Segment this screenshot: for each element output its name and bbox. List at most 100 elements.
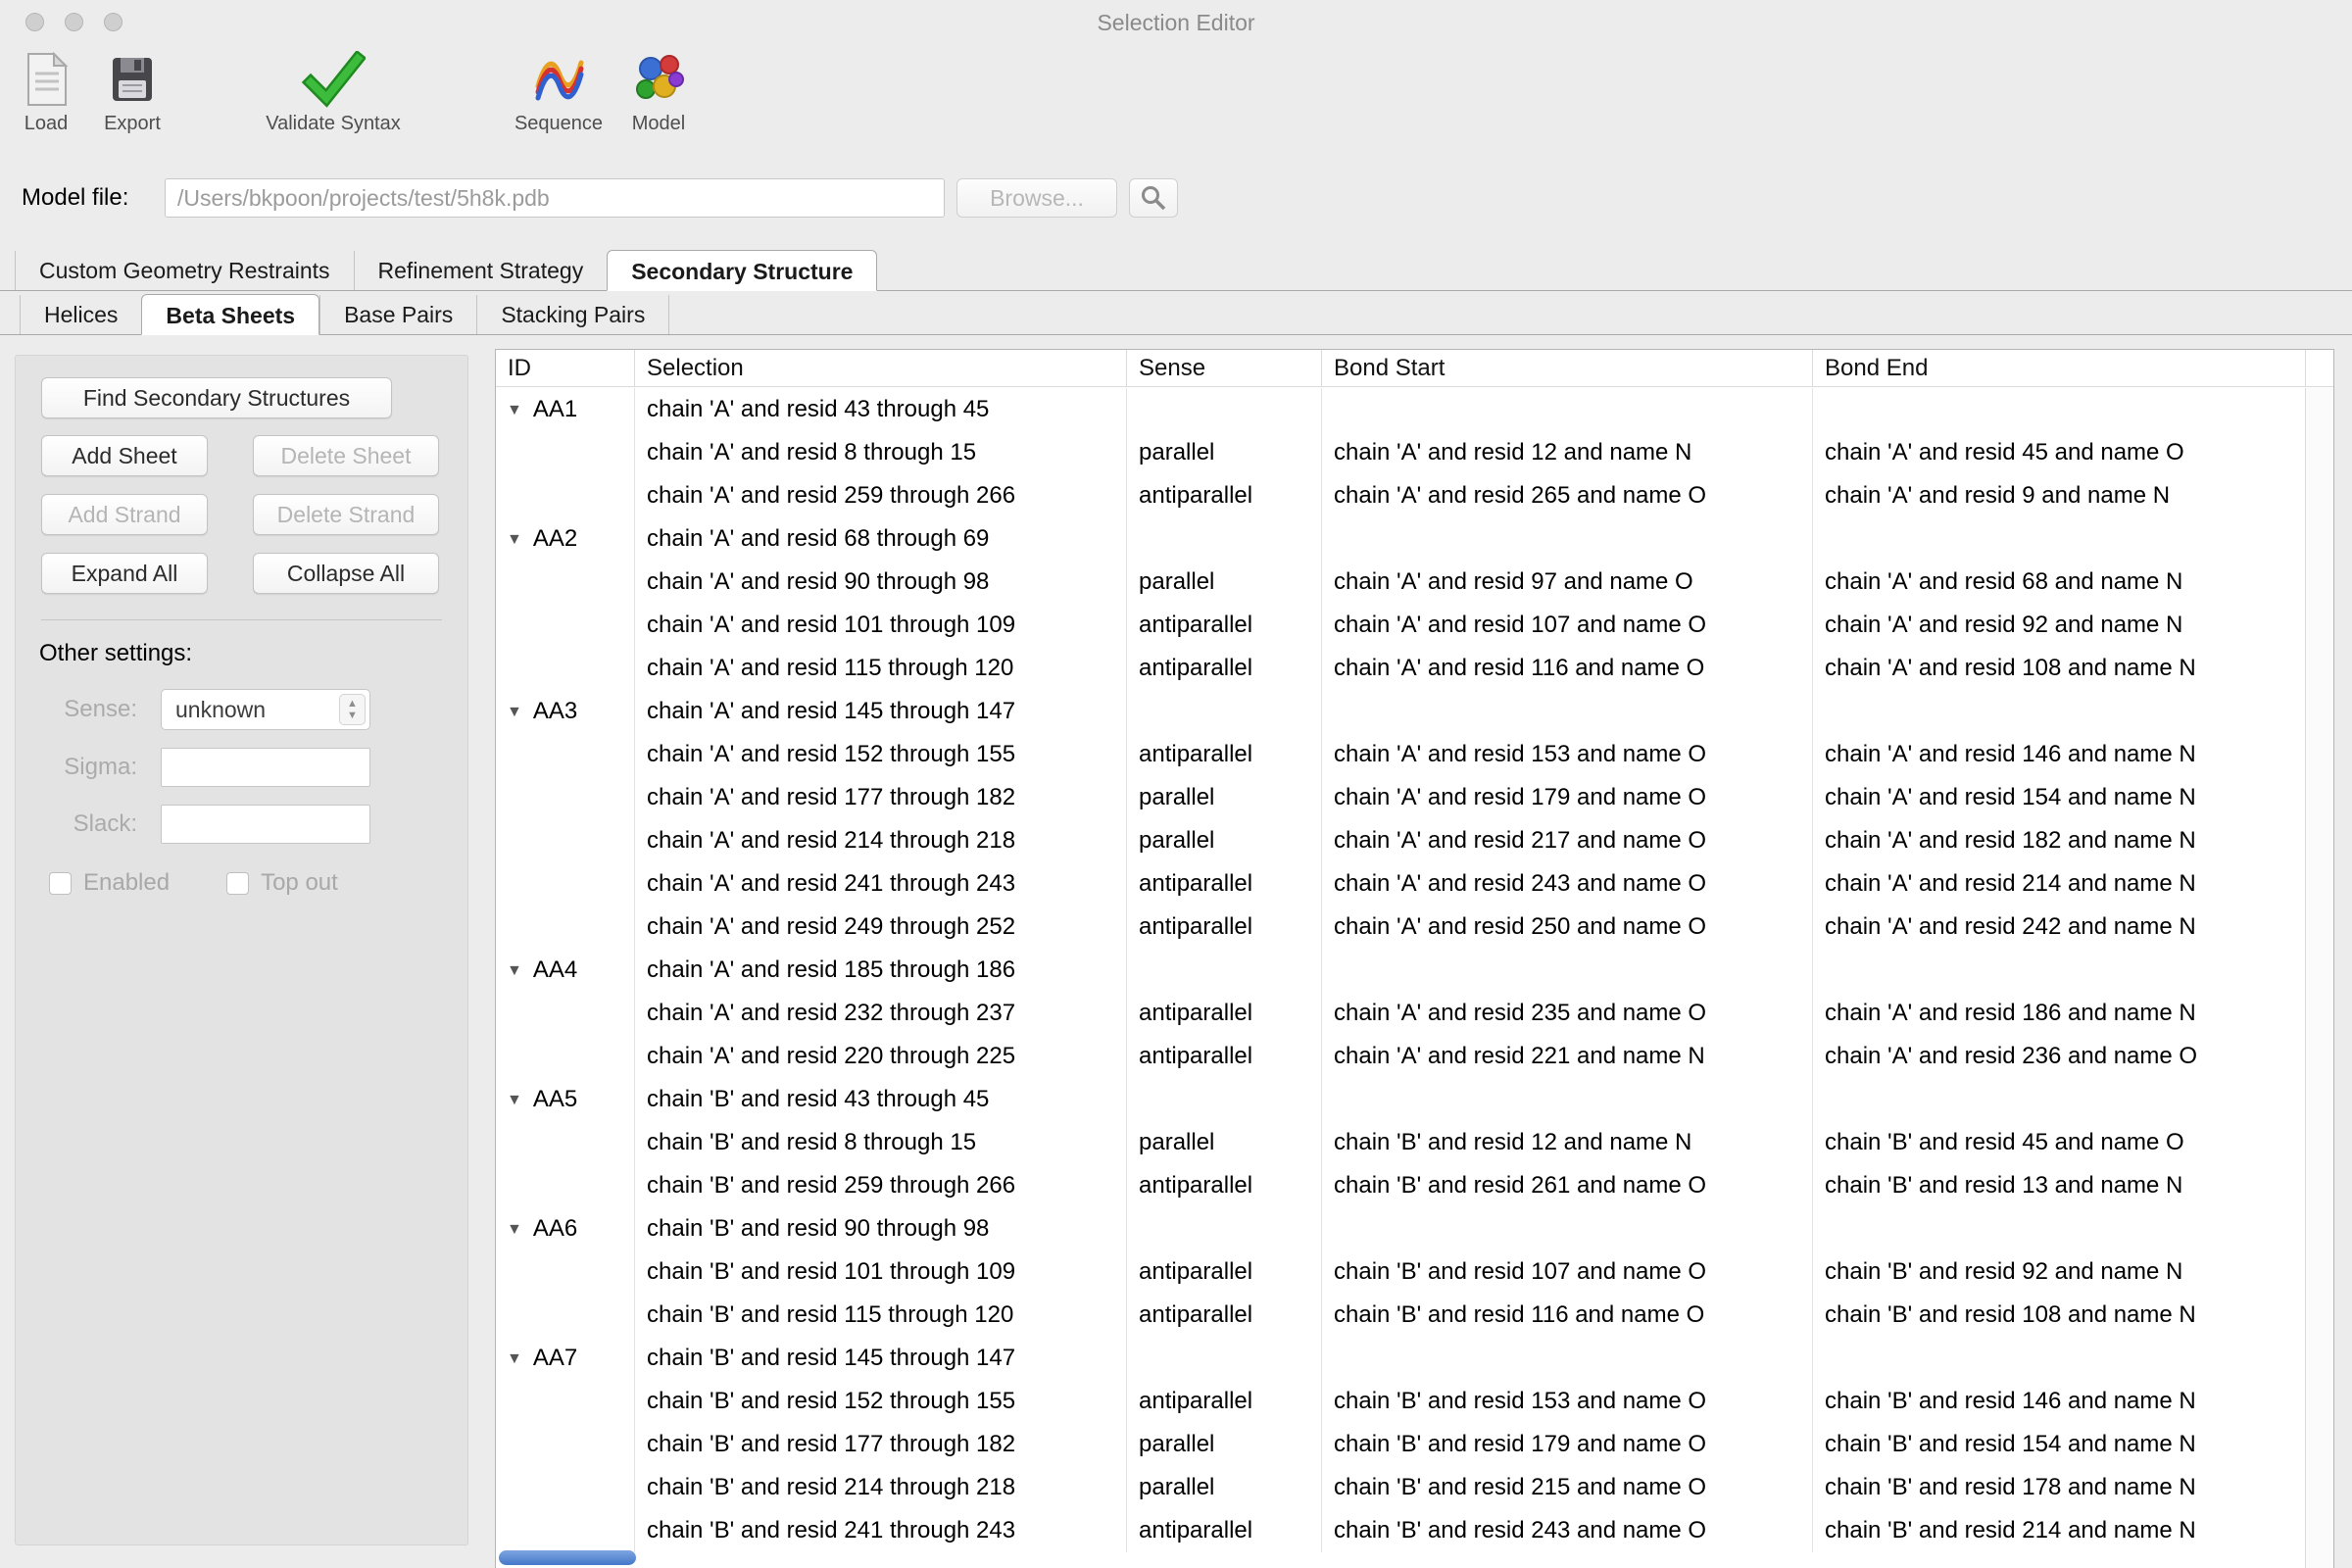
collapse-all-button[interactable]: Collapse All xyxy=(253,553,439,594)
disclosure-triangle-icon[interactable]: ▼ xyxy=(507,1208,522,1250)
minimize-button[interactable] xyxy=(65,13,83,31)
selection-cell: chain 'B' and resid 241 through 243 xyxy=(635,1509,1127,1552)
strand-row[interactable]: chain 'B' and resid 177 through 182paral… xyxy=(496,1423,2306,1466)
close-button[interactable] xyxy=(25,13,44,31)
search-button[interactable] xyxy=(1129,178,1178,218)
table-header: ID Selection Sense Bond Start Bond End xyxy=(496,350,2333,387)
expand-all-button[interactable]: Expand All xyxy=(41,553,208,594)
bond-start-cell: chain 'A' and resid 265 and name O xyxy=(1322,474,1813,517)
strand-row[interactable]: chain 'A' and resid 177 through 182paral… xyxy=(496,776,2306,819)
sheet-group-row[interactable]: ▼AA6chain 'B' and resid 90 through 98 xyxy=(496,1207,2306,1250)
window-title: Selection Editor xyxy=(0,0,2352,45)
add-sheet-button[interactable]: Add Sheet xyxy=(41,435,208,476)
strand-row[interactable]: chain 'A' and resid 249 through 252antip… xyxy=(496,906,2306,949)
sheet-group-row[interactable]: ▼AA3chain 'A' and resid 145 through 147 xyxy=(496,690,2306,733)
sheet-group-row[interactable]: ▼AA7chain 'B' and resid 145 through 147 xyxy=(496,1337,2306,1380)
tab-secondary-structure[interactable]: Secondary Structure xyxy=(607,250,877,291)
sheet-group-row[interactable]: ▼AA1chain 'A' and resid 43 through 45 xyxy=(496,388,2306,431)
validate-syntax-label: Validate Syntax xyxy=(245,113,421,135)
checkmark-icon xyxy=(245,49,421,110)
strand-row[interactable]: chain 'A' and resid 101 through 109antip… xyxy=(496,604,2306,647)
delete-strand-button[interactable]: Delete Strand xyxy=(253,494,439,535)
export-button[interactable]: Export xyxy=(90,49,174,135)
bond-end-cell: chain 'A' and resid 154 and name N xyxy=(1813,776,2306,819)
row-id-cell: ▼AA6 xyxy=(496,1207,635,1250)
tab-refinement-strategy[interactable]: Refinement Strategy xyxy=(354,251,608,290)
strand-row[interactable]: chain 'B' and resid 152 through 155antip… xyxy=(496,1380,2306,1423)
disclosure-triangle-icon[interactable]: ▼ xyxy=(507,1338,522,1380)
column-header-id[interactable]: ID xyxy=(496,350,635,386)
tab-helices[interactable]: Helices xyxy=(20,295,141,334)
stepper-icon[interactable]: ▲▼ xyxy=(339,694,366,725)
selection-cell: chain 'B' and resid 8 through 15 xyxy=(635,1121,1127,1164)
row-id-cell xyxy=(496,1466,635,1509)
selection-cell: chain 'A' and resid 185 through 186 xyxy=(635,949,1127,992)
disclosure-triangle-icon[interactable]: ▼ xyxy=(507,691,522,733)
primary-tab-bar: Custom Geometry Restraints Refinement St… xyxy=(0,250,2352,291)
column-header-bond-end[interactable]: Bond End xyxy=(1813,350,2306,386)
model-file-input[interactable] xyxy=(165,178,945,218)
tab-stacking-pairs[interactable]: Stacking Pairs xyxy=(476,295,669,334)
top-out-checkbox[interactable] xyxy=(226,872,249,895)
strand-row[interactable]: chain 'B' and resid 259 through 266antip… xyxy=(496,1164,2306,1207)
disclosure-triangle-icon[interactable]: ▼ xyxy=(507,950,522,992)
column-header-selection[interactable]: Selection xyxy=(635,350,1127,386)
disclosure-triangle-icon[interactable]: ▼ xyxy=(507,389,522,431)
strand-row[interactable]: chain 'A' and resid 115 through 120antip… xyxy=(496,647,2306,690)
export-label: Export xyxy=(90,113,174,135)
bond-end-cell: chain 'B' and resid 154 and name N xyxy=(1813,1423,2306,1466)
bond-end-cell: chain 'A' and resid 108 and name N xyxy=(1813,647,2306,690)
sense-cell: antiparallel xyxy=(1127,906,1322,949)
strand-row[interactable]: chain 'A' and resid 220 through 225antip… xyxy=(496,1035,2306,1078)
sense-cell: antiparallel xyxy=(1127,1380,1322,1423)
strand-row[interactable]: chain 'A' and resid 152 through 155antip… xyxy=(496,733,2306,776)
strand-row[interactable]: chain 'B' and resid 8 through 15parallel… xyxy=(496,1121,2306,1164)
bond-start-cell xyxy=(1322,1337,1813,1380)
load-button[interactable]: Load xyxy=(8,49,84,135)
strand-row[interactable]: chain 'A' and resid 241 through 243antip… xyxy=(496,862,2306,906)
tab-base-pairs[interactable]: Base Pairs xyxy=(319,295,476,334)
selection-cell: chain 'B' and resid 43 through 45 xyxy=(635,1078,1127,1121)
slack-input[interactable] xyxy=(161,805,370,844)
strand-row[interactable]: chain 'B' and resid 241 through 243antip… xyxy=(496,1509,2306,1552)
selection-cell: chain 'B' and resid 90 through 98 xyxy=(635,1207,1127,1250)
enabled-checkbox[interactable] xyxy=(49,872,72,895)
strand-row[interactable]: chain 'B' and resid 101 through 109antip… xyxy=(496,1250,2306,1294)
strand-row[interactable]: chain 'B' and resid 214 through 218paral… xyxy=(496,1466,2306,1509)
column-header-sense[interactable]: Sense xyxy=(1127,350,1322,386)
strand-row[interactable]: chain 'A' and resid 90 through 98paralle… xyxy=(496,561,2306,604)
column-header-bond-start[interactable]: Bond Start xyxy=(1322,350,1813,386)
sigma-input[interactable] xyxy=(161,748,370,787)
sheet-group-row[interactable]: ▼AA2chain 'A' and resid 68 through 69 xyxy=(496,517,2306,561)
disclosure-triangle-icon[interactable]: ▼ xyxy=(507,518,522,561)
disclosure-triangle-icon[interactable]: ▼ xyxy=(507,1079,522,1121)
vertical-scrollbar[interactable] xyxy=(2305,388,2333,1568)
tab-beta-sheets[interactable]: Beta Sheets xyxy=(141,294,319,335)
horizontal-scrollbar-thumb[interactable] xyxy=(499,1550,636,1565)
delete-sheet-button[interactable]: Delete Sheet xyxy=(253,435,439,476)
sheet-id: AA7 xyxy=(533,1345,577,1371)
strand-row[interactable]: chain 'B' and resid 115 through 120antip… xyxy=(496,1294,2306,1337)
zoom-button[interactable] xyxy=(104,13,122,31)
bond-start-cell xyxy=(1322,949,1813,992)
sheet-id: AA4 xyxy=(533,956,577,983)
bond-end-cell xyxy=(1813,1337,2306,1380)
validate-syntax-button[interactable]: Validate Syntax xyxy=(245,49,421,135)
bond-start-cell: chain 'B' and resid 261 and name O xyxy=(1322,1164,1813,1207)
strand-row[interactable]: chain 'A' and resid 214 through 218paral… xyxy=(496,819,2306,862)
other-settings-heading: Other settings: xyxy=(39,640,444,667)
tab-custom-geometry-restraints[interactable]: Custom Geometry Restraints xyxy=(15,251,354,290)
sheet-group-row[interactable]: ▼AA5chain 'B' and resid 43 through 45 xyxy=(496,1078,2306,1121)
add-strand-button[interactable]: Add Strand xyxy=(41,494,208,535)
strand-row[interactable]: chain 'A' and resid 8 through 15parallel… xyxy=(496,431,2306,474)
strand-row[interactable]: chain 'A' and resid 259 through 266antip… xyxy=(496,474,2306,517)
browse-button[interactable]: Browse... xyxy=(956,178,1117,218)
bond-start-cell: chain 'A' and resid 243 and name O xyxy=(1322,862,1813,906)
row-id-cell xyxy=(496,819,635,862)
model-label: Model xyxy=(600,113,717,135)
find-secondary-structures-button[interactable]: Find Secondary Structures xyxy=(41,377,392,418)
sheet-group-row[interactable]: ▼ AA4 chain 'A' and resid 185 through 186 xyxy=(496,949,2306,992)
model-button[interactable]: Model xyxy=(600,49,717,135)
sense-dropdown[interactable]: unknown ▲▼ xyxy=(161,689,370,730)
strand-row[interactable]: chain 'A' and resid 232 through 237antip… xyxy=(496,992,2306,1035)
